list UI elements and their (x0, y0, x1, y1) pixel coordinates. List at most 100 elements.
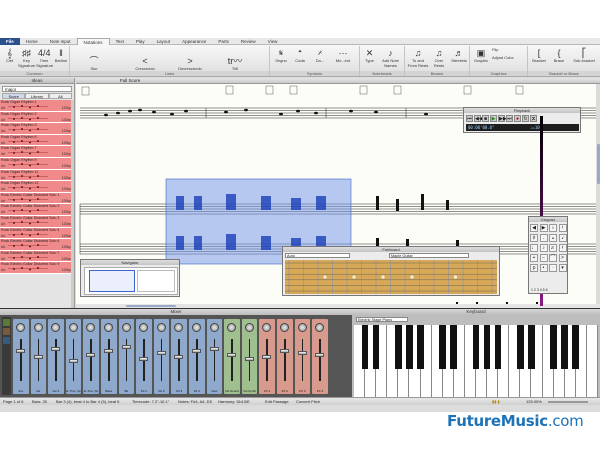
volume-fader[interactable] (262, 355, 272, 359)
stemlets-button[interactable]: ♬ Stemlets (449, 48, 469, 64)
keypad-key[interactable]: 𝅗𝅥 (558, 234, 567, 242)
volume-fader[interactable] (121, 345, 131, 349)
loop-icon[interactable]: ↻ (522, 115, 529, 122)
tab-parts[interactable]: Parts (212, 38, 235, 45)
keyboard-instrument-select[interactable]: Electric Stage Piano (356, 317, 408, 322)
ideas-search-input[interactable]: major (2, 86, 72, 92)
volume-fader[interactable] (209, 347, 219, 351)
keypad-key[interactable]: ▶ (539, 224, 548, 232)
idea-tile[interactable]: Rock Organ Rhythm 2 Art 120bp (0, 111, 72, 124)
pan-knob[interactable] (156, 323, 166, 332)
idea-tile[interactable]: Rock Electric Guitar Distorted Solo 3 Art… (0, 215, 72, 228)
black-key[interactable] (483, 325, 491, 369)
keypad-key[interactable]: − (539, 254, 548, 262)
volume-fader[interactable] (280, 349, 289, 353)
pan-knob[interactable] (244, 323, 254, 332)
piano-keys[interactable] (354, 325, 598, 397)
add-note-names-button[interactable]: ♪ Add Note Names (378, 48, 403, 68)
volume-fader[interactable] (174, 355, 184, 359)
do-button[interactable]: 𝄎 Do... (312, 48, 328, 64)
black-key[interactable] (494, 325, 502, 369)
tab-view[interactable]: View (262, 38, 284, 45)
white-key[interactable] (586, 325, 598, 397)
volume-fader[interactable] (315, 353, 325, 357)
keypad-key[interactable]: 𝄽 (558, 244, 567, 252)
score-vertical-scrollbar[interactable] (596, 84, 600, 304)
volume-fader[interactable] (16, 349, 25, 353)
crescendo-button[interactable]: < Crescendo (125, 56, 165, 72)
fast-forward-icon[interactable]: ▶▶ (498, 115, 507, 122)
key-signature-button[interactable]: ♯♯ Key Signature (18, 48, 35, 68)
segno-button[interactable]: 𝄋 Segno (273, 48, 289, 64)
keypad-key[interactable]: ▾ (558, 264, 567, 272)
keypad-key[interactable]: ◀ (530, 224, 538, 232)
tab-note-input[interactable]: Note Input (44, 38, 77, 45)
scroll-thumb[interactable] (126, 305, 176, 307)
pan-knob[interactable] (86, 323, 96, 332)
pan-knob[interactable] (297, 323, 307, 332)
fretboard-instrument-select[interactable]: Maple Guitar (389, 253, 469, 258)
tab-file[interactable]: File (0, 38, 20, 45)
volume-fader[interactable] (86, 353, 96, 357)
decrescendo-button[interactable]: > Decrescendo (170, 56, 210, 72)
navigator-preview[interactable] (84, 267, 178, 295)
keypad-key[interactable]: ♮ (558, 224, 567, 232)
idea-tile[interactable]: Rock Electric Guitar Distorted Solo 2 Art… (0, 204, 72, 216)
ideas-tab-all[interactable]: All (48, 93, 72, 99)
pan-knob[interactable] (68, 323, 78, 332)
idea-tile[interactable]: Rock Organ Rhythm 3 Art 120bp (0, 123, 72, 135)
keypad-key[interactable]: . (539, 234, 548, 242)
volume-fader[interactable] (139, 357, 149, 361)
black-key[interactable] (406, 325, 413, 369)
record-icon[interactable]: ● (514, 115, 521, 122)
trill-button[interactable]: tr〰 Trill (215, 56, 255, 72)
idea-tile[interactable]: Rock Organ Rhythm 1 Art 120bp (0, 100, 72, 112)
black-key[interactable] (561, 325, 569, 369)
rewind-step-icon[interactable]: ◀◀ (474, 115, 483, 122)
black-key[interactable] (472, 325, 480, 369)
black-key[interactable] (450, 325, 458, 369)
clef-button[interactable]: 𝄞 Clef (2, 48, 17, 64)
tab-home[interactable]: Home (20, 38, 44, 45)
pan-knob[interactable] (121, 323, 131, 332)
pan-knob[interactable] (262, 323, 272, 332)
idea-tile[interactable]: Rock Electric Guitar Distorted Solo 4 Art… (0, 227, 72, 240)
keypad-layout-tabs[interactable]: 1 2 3 4 5 6 (531, 288, 548, 292)
flip-button[interactable]: Flip (492, 47, 526, 53)
idea-tile[interactable]: Rock Electric Guitar Distorted Solo 9 Art… (0, 262, 72, 274)
tab-notations[interactable]: Notations (76, 38, 110, 45)
tab-text[interactable]: Text (110, 38, 130, 45)
notehead-type-button[interactable]: ✕ Type (362, 48, 377, 64)
keypad-key[interactable]: + (530, 254, 538, 262)
keypad-key[interactable]: ♪ (539, 244, 548, 252)
tab-appearance[interactable]: Appearance (176, 38, 212, 45)
time-signature-button[interactable]: 4/4 Time Signature (36, 48, 53, 68)
volume-fader[interactable] (33, 355, 43, 359)
barline-button[interactable]: ‖ Barline (53, 48, 69, 64)
volume-fader[interactable] (244, 357, 254, 361)
more-symbols-button[interactable]: ⋯ Mo...ent (332, 48, 354, 64)
pan-knob[interactable] (139, 323, 149, 332)
pan-knob[interactable] (192, 323, 201, 332)
navigator-viewport[interactable] (89, 270, 135, 292)
idea-tile[interactable]: Rock Electric Guitar Distorted Solo 1 Art… (0, 192, 72, 205)
graphic-button[interactable]: ▣ Graphic (472, 48, 490, 64)
idea-tile[interactable]: Rock Electric Guitar Distorted Solo 7 Art… (0, 250, 72, 263)
bracket-button[interactable]: [Bracket (530, 48, 548, 64)
keypad-key[interactable]: ρ (530, 264, 538, 272)
pan-knob[interactable] (104, 323, 113, 332)
mixer-group-icon[interactable] (3, 319, 10, 326)
pan-knob[interactable] (33, 323, 43, 332)
to-from-rests-button[interactable]: ♫ To and From Rests (407, 48, 429, 68)
adjust-color-button[interactable]: Adjust Color (492, 55, 526, 61)
slur-button[interactable]: ⌒ Slur (74, 56, 114, 72)
keypad-key[interactable]: · (549, 264, 557, 272)
idea-tile[interactable]: Rock Organ Rhythm 9 Art 120bp (0, 157, 72, 170)
pan-knob[interactable] (51, 323, 61, 332)
play-icon[interactable]: ▶ (490, 115, 497, 122)
volume-fader[interactable] (192, 349, 201, 353)
pan-knob[interactable] (174, 323, 184, 332)
scroll-thumb[interactable] (596, 144, 600, 184)
keypad-key[interactable]: ♩ (530, 244, 538, 252)
pan-knob[interactable] (315, 323, 325, 332)
